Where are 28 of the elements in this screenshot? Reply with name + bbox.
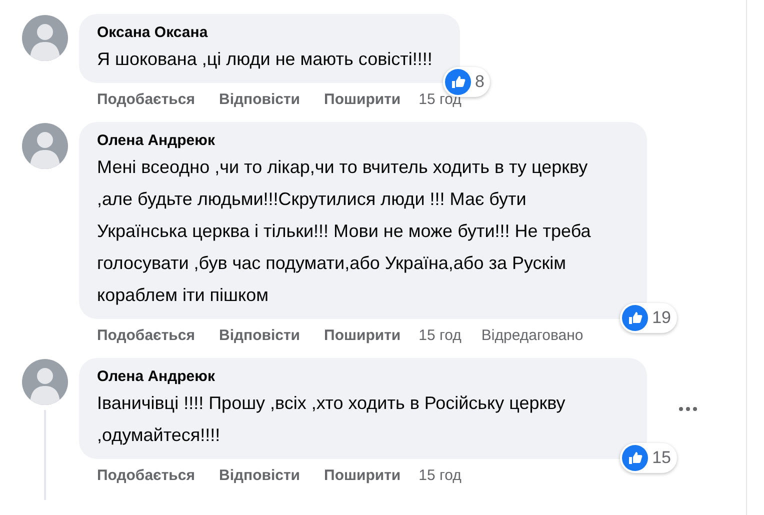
comment-time[interactable]: 15 год [418,466,462,486]
comment-author[interactable]: Олена Андреюк [97,131,627,151]
avatar-icon[interactable] [22,359,68,405]
action-link[interactable]: Подобається [97,466,195,486]
comment-text: Я шокована ,ці люди не мають совісті!!!! [97,48,434,71]
action-link[interactable]: Подобається [97,90,195,110]
comment-text: Іваничівці !!!! Прошу ,всіх ,хто ходить в Російську церкву ,одумайтеся!!!! [97,392,566,447]
edited-label: Відредаговано [481,326,584,346]
avatar-icon[interactable] [22,15,68,61]
reaction-count[interactable]: 19 [620,303,677,333]
action-link[interactable]: Відповісти [218,466,300,486]
action-link[interactable]: Поширити [324,466,401,486]
comment-author[interactable]: Олена Андреюк [97,367,627,387]
more-options-icon[interactable] [679,406,697,410]
action-link[interactable]: Поширити [324,90,401,110]
action-link[interactable]: Поширити [324,326,401,346]
reaction-count[interactable]: 15 [620,443,677,473]
reaction-count[interactable]: 8 [442,67,490,97]
action-link[interactable]: Відповісти [218,326,300,346]
like-icon [622,445,648,471]
action-link[interactable]: Відповісти [218,90,300,110]
like-icon [622,305,648,331]
comment-time[interactable]: 15 год [418,326,462,346]
comment-text: Мені всеодно ,чи то лікар,чи то вчитель ходить в ту церкву ,але будьте людьми!!!Скрутилися люди !!! Має бути Українська церква і тільки!!! Мови не може бути!!! Не треба голосувати ,був час подумати,або Україна,або за Рускім кораблем іти пішком [97,156,592,307]
avatar-icon[interactable] [22,123,68,169]
like-icon [444,69,471,95]
comment-author[interactable]: Оксана Оксана [97,23,440,43]
action-link[interactable]: Подобається [97,326,195,346]
